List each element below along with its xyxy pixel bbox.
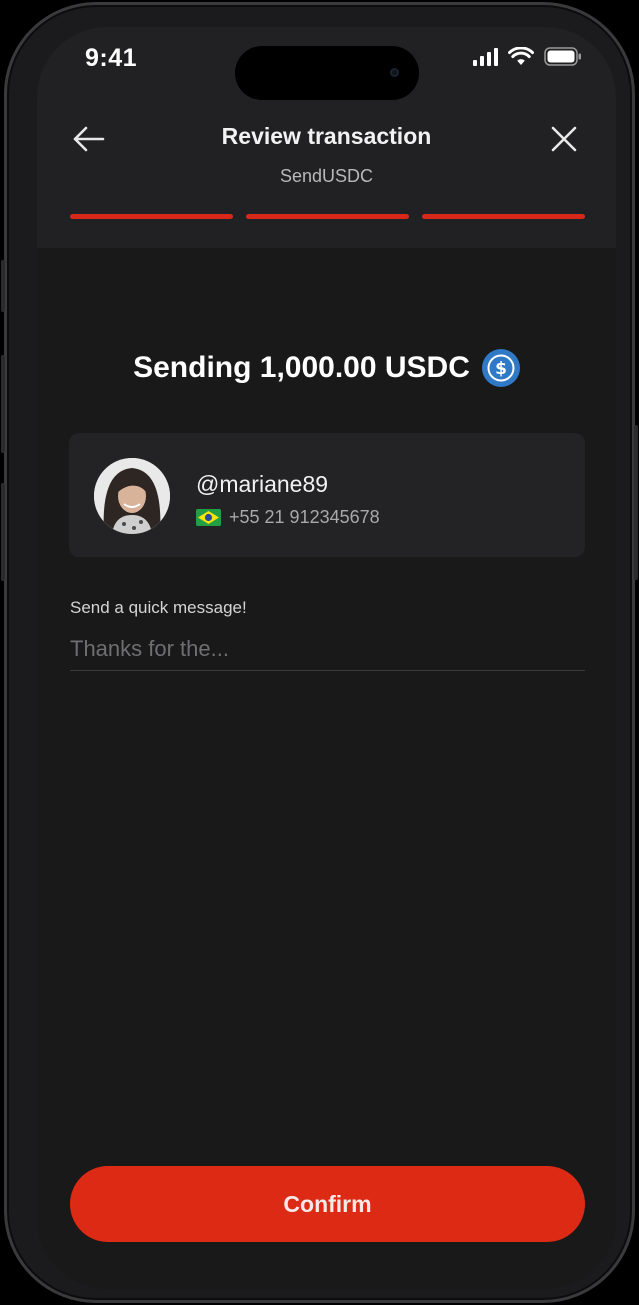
sending-amount-text: Sending 1,000.00 USDC <box>133 351 470 384</box>
message-input[interactable] <box>70 627 585 671</box>
recipient-phone: +55 21 912345678 <box>229 507 380 527</box>
brazil-flag-icon <box>196 509 221 526</box>
cellular-signal-icon <box>473 47 498 66</box>
confirm-button[interactable]: Confirm <box>70 1166 585 1242</box>
sending-summary: Sending 1,000.00 USDC $ <box>37 349 616 387</box>
progress-step-1 <box>70 214 233 219</box>
phone-frame: 9:41 Review transaction SendUSDC Sending… <box>1 2 638 1303</box>
camera-icon <box>390 68 399 77</box>
recipient-phone-row: +55 21 912345678 <box>196 507 380 528</box>
svg-text:$: $ <box>495 359 507 379</box>
close-icon <box>551 126 577 152</box>
close-button[interactable] <box>546 121 582 157</box>
status-icons <box>473 47 582 66</box>
message-label: Send a quick message! <box>70 598 247 617</box>
dynamic-island <box>235 46 419 100</box>
side-button-volume-up <box>1 355 5 453</box>
screen: 9:41 Review transaction SendUSDC Sending… <box>37 27 616 1289</box>
recipient-card[interactable]: @mariane89 +55 21 912345678 <box>69 433 585 557</box>
side-button-volume-down <box>1 483 5 581</box>
status-time: 9:41 <box>85 44 138 72</box>
wifi-icon <box>508 47 534 65</box>
battery-icon <box>544 47 581 66</box>
recipient-handle: @mariane89 <box>196 471 329 497</box>
step-progress <box>70 214 585 219</box>
side-button-power <box>634 425 638 580</box>
progress-step-2 <box>246 214 409 219</box>
page-subtitle: SendUSDC <box>279 166 374 186</box>
side-button-action <box>1 260 5 312</box>
page-title: Review transaction <box>221 123 432 149</box>
progress-step-3 <box>422 214 585 219</box>
avatar <box>94 458 170 534</box>
usdc-icon: $ <box>481 349 520 387</box>
